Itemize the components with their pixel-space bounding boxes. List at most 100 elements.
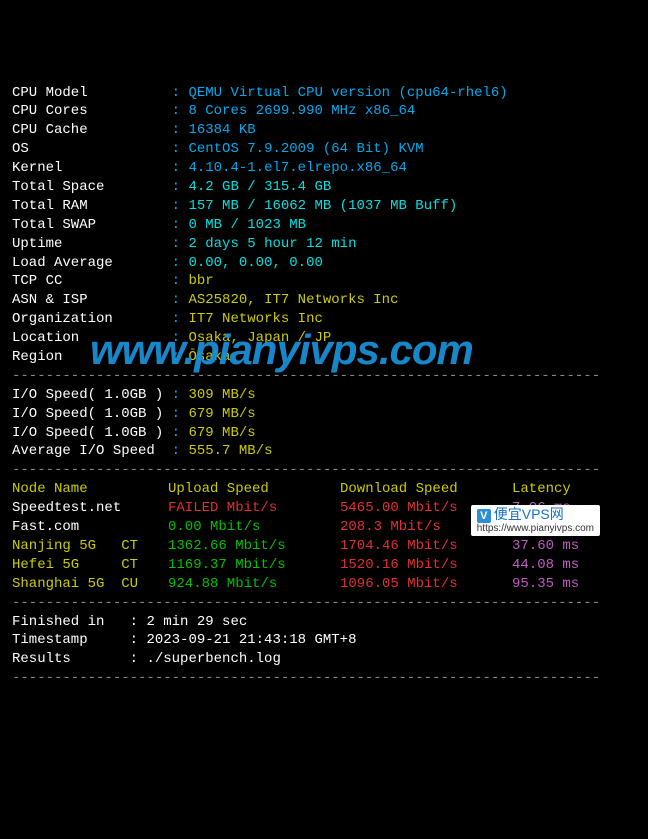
footer-label: Finished in bbox=[12, 614, 130, 630]
speed-node: Shanghai 5G CU bbox=[12, 575, 168, 594]
info-row: Uptime : 2 days 5 hour 12 min bbox=[12, 235, 636, 254]
speed-row: Hefei 5G CT 1169.37 Mbit/s 1520.16 Mbit/… bbox=[12, 556, 636, 575]
speed-row: Nanjing 5G CT 1362.66 Mbit/s 1704.46 Mbi… bbox=[12, 537, 636, 556]
speed-node: Hefei 5G CT bbox=[12, 556, 168, 575]
speed-row: Shanghai 5G CU 924.88 Mbit/s 1096.05 Mbi… bbox=[12, 575, 636, 594]
info-label: Region bbox=[12, 349, 172, 365]
speed-node: Fast.com bbox=[12, 518, 168, 537]
info-label: Kernel bbox=[12, 160, 172, 176]
info-value: AS25820, IT7 Networks Inc bbox=[188, 292, 398, 308]
info-label: Location bbox=[12, 330, 172, 346]
speed-upload: 1169.37 Mbit/s bbox=[168, 556, 340, 575]
speed-upload: 1362.66 Mbit/s bbox=[168, 537, 340, 556]
info-row: Total RAM : 157 MB / 16062 MB (1037 MB B… bbox=[12, 197, 636, 216]
info-label: Total Space bbox=[12, 179, 172, 195]
info-row: Region : Ōsaka bbox=[12, 348, 636, 367]
colon: : bbox=[172, 141, 189, 157]
info-value: 0.00, 0.00, 0.00 bbox=[188, 255, 322, 271]
speed-node: Nanjing 5G CT bbox=[12, 537, 168, 556]
footer-row: Finished in : 2 min 29 sec bbox=[12, 613, 636, 632]
info-value: 2 days 5 hour 12 min bbox=[188, 236, 356, 252]
io-label: Average I/O Speed bbox=[12, 443, 172, 459]
terminal-output: CPU Model : QEMU Virtual CPU version (cp… bbox=[12, 84, 636, 689]
info-value: QEMU Virtual CPU version (cpu64-rhel6) bbox=[188, 85, 507, 101]
colon: : bbox=[172, 311, 189, 327]
speed-latency: - bbox=[512, 518, 520, 537]
info-row: OS : CentOS 7.9.2009 (64 Bit) KVM bbox=[12, 140, 636, 159]
io-row: I/O Speed( 1.0GB ) : 679 MB/s bbox=[12, 405, 636, 424]
info-label: CPU Model bbox=[12, 85, 172, 101]
speed-upload: 924.88 Mbit/s bbox=[168, 575, 340, 594]
io-label: I/O Speed( 1.0GB ) bbox=[12, 387, 172, 403]
colon: : bbox=[172, 122, 189, 138]
info-label: Total RAM bbox=[12, 198, 172, 214]
colon: : bbox=[172, 330, 189, 346]
colon: : bbox=[172, 217, 189, 233]
info-label: CPU Cores bbox=[12, 103, 172, 119]
info-label: Organization bbox=[12, 311, 172, 327]
info-row: Organization : IT7 Networks Inc bbox=[12, 310, 636, 329]
colon: : bbox=[130, 632, 147, 648]
colon: : bbox=[172, 292, 189, 308]
colon: : bbox=[130, 614, 147, 630]
speed-row: Fast.com 0.00 Mbit/s 208.3 Mbit/s - bbox=[12, 518, 636, 537]
colon: : bbox=[172, 255, 189, 271]
colon: : bbox=[172, 160, 189, 176]
footer-row: Timestamp : 2023-09-21 21:43:18 GMT+8 bbox=[12, 631, 636, 650]
speed-upload: FAILED Mbit/s bbox=[168, 499, 340, 518]
speed-latency: 44.08 ms bbox=[512, 556, 579, 575]
io-label: I/O Speed( 1.0GB ) bbox=[12, 406, 172, 422]
colon: : bbox=[172, 103, 189, 119]
info-label: CPU Cache bbox=[12, 122, 172, 138]
colon: : bbox=[172, 406, 189, 422]
info-label: Load Average bbox=[12, 255, 172, 271]
divider: ----------------------------------------… bbox=[12, 669, 636, 688]
colon: : bbox=[172, 387, 189, 403]
info-row: Kernel : 4.10.4-1.el7.elrepo.x86_64 bbox=[12, 159, 636, 178]
info-value: 4.10.4-1.el7.elrepo.x86_64 bbox=[188, 160, 406, 176]
io-row: I/O Speed( 1.0GB ) : 309 MB/s bbox=[12, 386, 636, 405]
colon: : bbox=[130, 651, 147, 667]
info-row: Total SWAP : 0 MB / 1023 MB bbox=[12, 216, 636, 235]
info-label: ASN & ISP bbox=[12, 292, 172, 308]
speed-download: 1704.46 Mbit/s bbox=[340, 537, 512, 556]
info-value: 8 Cores 2699.990 MHz x86_64 bbox=[188, 103, 415, 119]
speed-download: 5465.00 Mbit/s bbox=[340, 499, 512, 518]
footer-value: ./superbench.log bbox=[146, 651, 280, 667]
speed-download: 208.3 Mbit/s bbox=[340, 518, 512, 537]
info-value: CentOS 7.9.2009 (64 Bit) KVM bbox=[188, 141, 423, 157]
info-label: OS bbox=[12, 141, 172, 157]
colon: : bbox=[172, 443, 189, 459]
io-value: 555.7 MB/s bbox=[188, 443, 272, 459]
io-value: 309 MB/s bbox=[188, 387, 255, 403]
colon: : bbox=[172, 425, 189, 441]
io-value: 679 MB/s bbox=[188, 406, 255, 422]
info-row: CPU Cache : 16384 KB bbox=[12, 121, 636, 140]
io-value: 679 MB/s bbox=[188, 425, 255, 441]
colon: : bbox=[172, 179, 189, 195]
speed-node: Speedtest.net bbox=[12, 499, 168, 518]
info-value: 157 MB / 16062 MB (1037 MB Buff) bbox=[188, 198, 457, 214]
info-row: ASN & ISP : AS25820, IT7 Networks Inc bbox=[12, 291, 636, 310]
divider: ----------------------------------------… bbox=[12, 367, 636, 386]
speed-latency: 95.35 ms bbox=[512, 575, 579, 594]
info-row: Load Average : 0.00, 0.00, 0.00 bbox=[12, 254, 636, 273]
info-value: 0 MB / 1023 MB bbox=[188, 217, 306, 233]
speed-download: 1520.16 Mbit/s bbox=[340, 556, 512, 575]
footer-label: Results bbox=[12, 651, 130, 667]
info-label: TCP CC bbox=[12, 273, 172, 289]
speed-latency: 37.60 ms bbox=[512, 537, 579, 556]
colon: : bbox=[172, 85, 189, 101]
info-row: CPU Cores : 8 Cores 2699.990 MHz x86_64 bbox=[12, 102, 636, 121]
info-row: Total Space : 4.2 GB / 315.4 GB bbox=[12, 178, 636, 197]
colon: : bbox=[172, 273, 189, 289]
footer-value: 2 min 29 sec bbox=[146, 614, 247, 630]
info-value: Osaka, Japan / JP bbox=[188, 330, 331, 346]
colon: : bbox=[172, 349, 189, 365]
divider: ----------------------------------------… bbox=[12, 461, 636, 480]
info-label: Total SWAP bbox=[12, 217, 172, 233]
footer-value: 2023-09-21 21:43:18 GMT+8 bbox=[146, 632, 356, 648]
footer-label: Timestamp bbox=[12, 632, 130, 648]
info-value: Ōsaka bbox=[188, 349, 230, 365]
footer-row: Results : ./superbench.log bbox=[12, 650, 636, 669]
